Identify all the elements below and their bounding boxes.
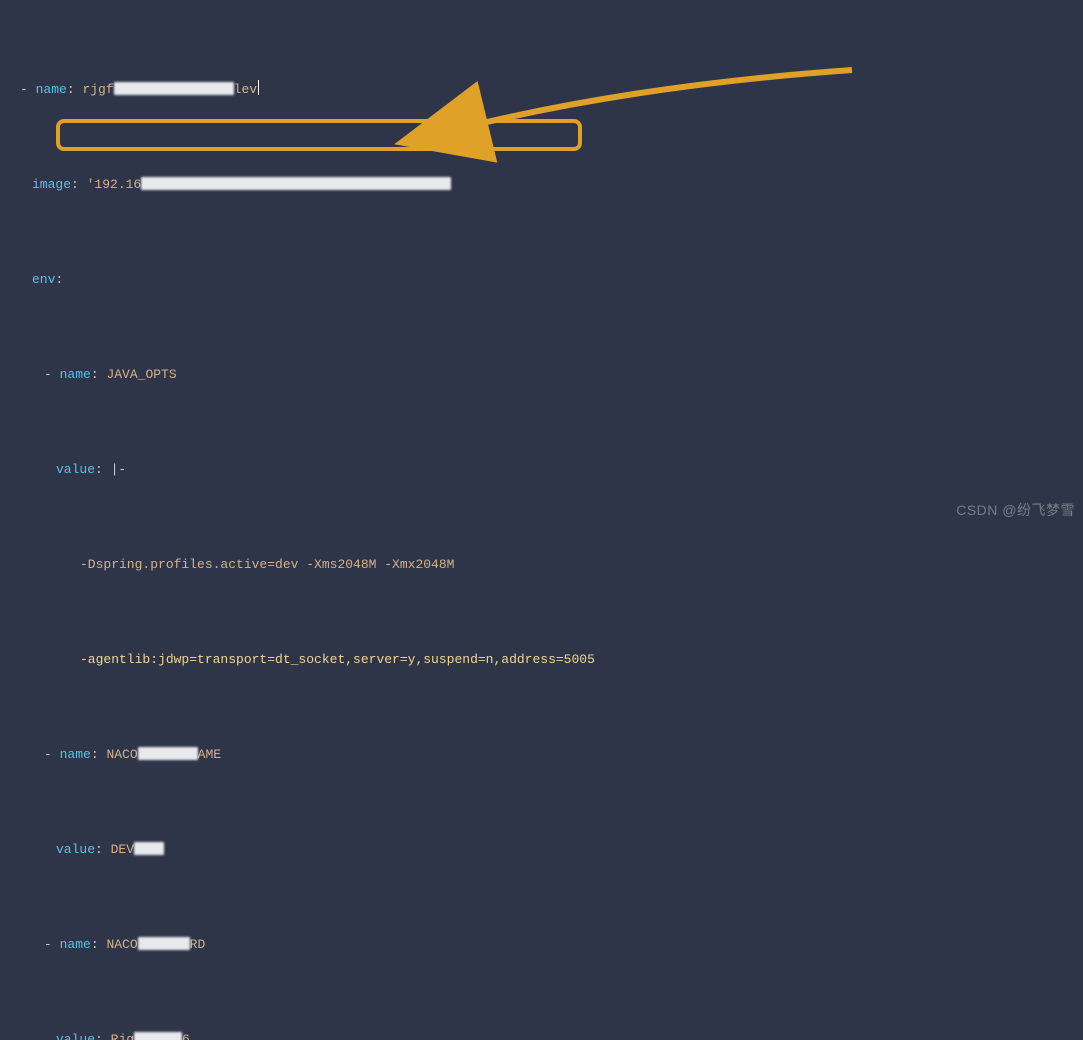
yaml-editor[interactable]: - name: rjgflev image: '192.16 env: - na… — [0, 0, 1083, 1040]
yaml-key: name — [60, 367, 91, 382]
yaml-pipe: |- — [111, 462, 127, 477]
code-line: - name: NACOAME — [0, 745, 1083, 764]
code-line: - name: NACORD — [0, 935, 1083, 954]
yaml-key: image — [32, 177, 71, 192]
code-line: -agentlib:jdwp=transport=dt_socket,serve… — [0, 650, 1083, 669]
yaml-value: RD — [190, 937, 206, 952]
code-line: value: DEV — [0, 840, 1083, 859]
code-line: - name: rjgflev — [0, 80, 1083, 99]
yaml-value: rjgf — [82, 82, 113, 97]
yaml-value: JAVA_OPTS — [106, 367, 176, 382]
text-cursor — [258, 80, 259, 95]
yaml-value: '192.16 — [87, 177, 142, 192]
yaml-key: value — [56, 842, 95, 857]
yaml-key: name — [60, 937, 91, 952]
code-line: -Dspring.profiles.active=dev -Xms2048M -… — [0, 555, 1083, 574]
yaml-key: name — [60, 747, 91, 762]
yaml-key: name — [36, 82, 67, 97]
yaml-value: NACO — [106, 747, 137, 762]
code-line: value: |- — [0, 460, 1083, 479]
yaml-key: value — [56, 462, 95, 477]
watermark: CSDN @纷飞梦雪 — [956, 501, 1075, 520]
code-line: image: '192.16 — [0, 175, 1083, 194]
code-line: env: — [0, 270, 1083, 289]
yaml-value: AME — [198, 747, 221, 762]
yaml-value: Rjg — [111, 1032, 134, 1040]
code-line: - name: JAVA_OPTS — [0, 365, 1083, 384]
yaml-value: -Dspring.profiles.active=dev -Xms2048M -… — [80, 557, 454, 572]
code-line: value: Rjg6 — [0, 1030, 1083, 1040]
yaml-value: DEV — [111, 842, 134, 857]
yaml-key: env — [32, 272, 55, 287]
yaml-key: value — [56, 1032, 95, 1040]
yaml-value: 6 — [182, 1032, 190, 1040]
highlighted-value: -agentlib:jdwp=transport=dt_socket,serve… — [80, 652, 595, 667]
yaml-value: NACO — [106, 937, 137, 952]
yaml-value: lev — [234, 82, 257, 97]
